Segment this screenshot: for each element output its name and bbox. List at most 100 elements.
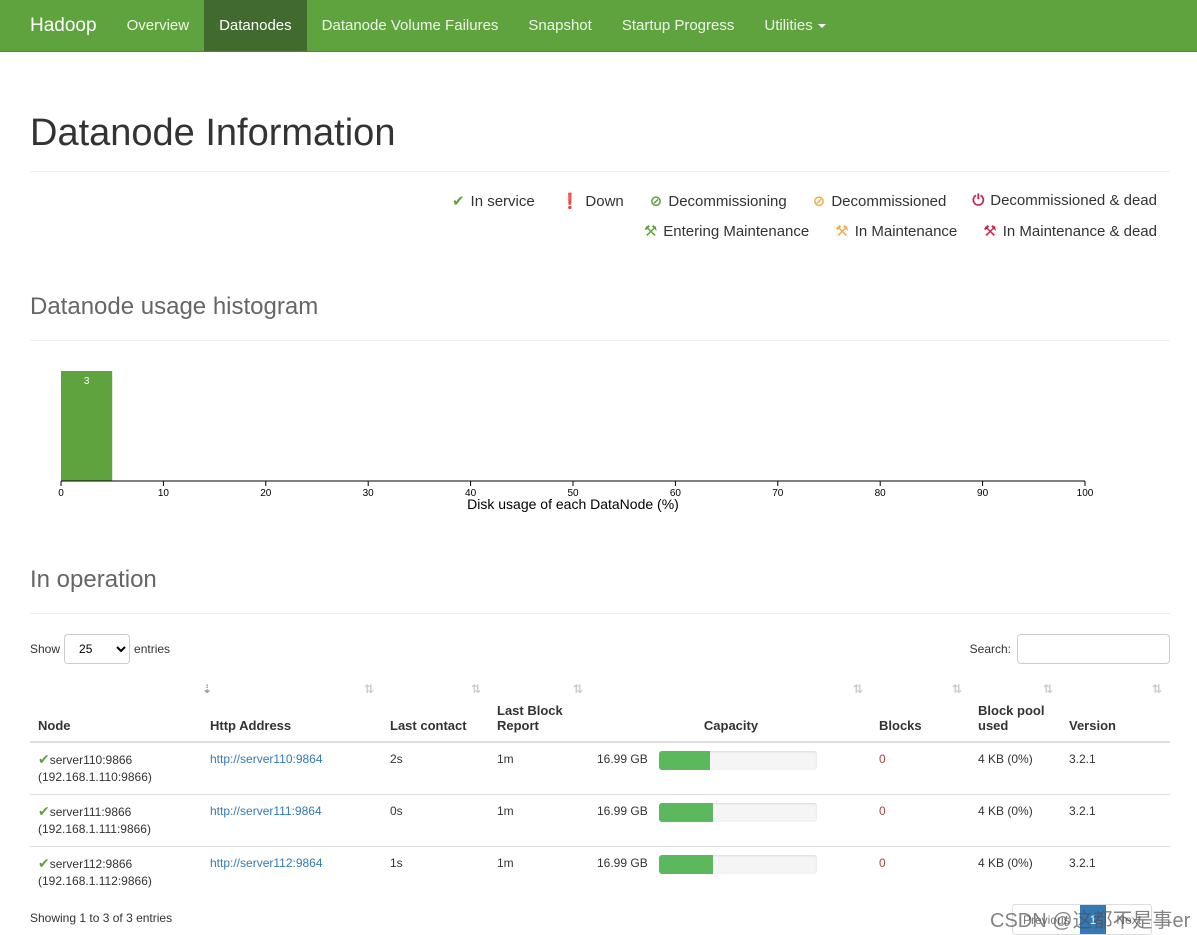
last-block-report: 1m (489, 741, 591, 795)
legend-item: ✔ In service (452, 192, 535, 210)
legend-item: ⚒ Entering Maintenance (644, 222, 809, 240)
blocks: 0 (871, 741, 970, 795)
sort-icon[interactable]: ⇅ (364, 682, 374, 696)
page-title: Datanode Information (30, 112, 396, 154)
column-label: Blocks (879, 718, 922, 733)
x-tick-label: 70 (772, 488, 784, 499)
legend-row-1: ✔ In service ❗ Down ⊘ Decommissioning ⊘ Decommi… (452, 192, 1157, 210)
http-link[interactable]: http://server111:9864 (210, 804, 322, 818)
power-icon: ⏻ (972, 192, 985, 209)
column-label: Node (38, 718, 71, 733)
check-icon: ✔ (451, 193, 465, 210)
last-contact: 2s (382, 741, 489, 795)
sort-icon[interactable]: ⇅ (1043, 682, 1053, 696)
operation-title: In operation (30, 566, 157, 593)
divider (30, 340, 1170, 341)
legend-label: Decommissioning (668, 193, 787, 210)
http-cell: http://server111:9864 (202, 794, 382, 847)
sort-icon[interactable]: ⇅ (471, 682, 481, 696)
node-ip: (192.168.1.111:9866) (38, 822, 151, 836)
capacity-bar (659, 803, 817, 822)
check-icon: ✔ (38, 751, 50, 767)
nav-overview[interactable]: Overview (112, 0, 205, 51)
capacity-value: 16.99 GB (597, 856, 648, 870)
last-block-report: 1m (489, 846, 591, 898)
node-name: server111:9866 (49, 805, 132, 819)
capacity-bar-fill (659, 855, 713, 874)
version: 3.2.1 (1061, 741, 1170, 795)
x-tick-label: 20 (260, 488, 272, 499)
nav-volume-failures[interactable]: Datanode Volume Failures (307, 0, 514, 51)
navbar: Hadoop Overview Datanodes Datanode Volum… (0, 0, 1197, 52)
sort-icon[interactable]: ⇅ (853, 682, 863, 696)
column-header[interactable]: Http Address ⇅ (202, 678, 382, 743)
wrench-icon: ⚒ (983, 223, 997, 240)
legend-label: Decommissioned (831, 193, 947, 210)
column-header[interactable]: Last contact ⇅ (382, 678, 489, 743)
x-tick-label: 80 (875, 488, 887, 499)
capacity-bar-fill (659, 751, 710, 770)
column-header[interactable]: Block pool used ⇅ (970, 678, 1061, 743)
block-pool-used: 4 KB (0%) (970, 794, 1061, 847)
x-tick-label: 0 (58, 488, 64, 499)
node-name: server110:9866 (49, 753, 133, 767)
table-row: ✔server110:9866 (192.168.1.110:9866) http… (30, 741, 1170, 795)
divider (30, 613, 1170, 614)
last-contact: 0s (382, 794, 489, 847)
block-pool-used: 4 KB (0%) (970, 741, 1061, 795)
capacity-value: 16.99 GB (597, 752, 648, 766)
column-header[interactable]: Last Block Report ⇅ (489, 678, 591, 743)
search-label: Search: (969, 642, 1011, 656)
nav-utilities-label: Utilities (764, 17, 813, 34)
capacity-cell: 16.99 GB (591, 794, 871, 847)
legend-label: In Maintenance & dead (1002, 223, 1157, 240)
http-cell: http://server112:9864 (202, 846, 382, 898)
legend-item: ⊘ Decommissioning (650, 192, 787, 210)
watermark: CSDN @这都不是事er (990, 910, 1191, 932)
capacity-value: 16.99 GB (597, 804, 648, 818)
node-cell: ✔server110:9866 (192.168.1.110:9866) (30, 741, 202, 795)
column-label: Last Block Report (497, 703, 563, 733)
node-cell: ✔server112:9866 (192.168.1.112:9866) (30, 846, 202, 898)
nav-startup-progress[interactable]: Startup Progress (607, 0, 750, 51)
node-ip: (192.168.1.110:9866) (38, 770, 152, 784)
sort-icon[interactable]: ⇅ (573, 682, 583, 696)
table-row: ✔server111:9866 (192.168.1.111:9866) http… (30, 794, 1170, 847)
x-tick-label: 100 (1077, 488, 1094, 499)
http-link[interactable]: http://server110:9864 (210, 752, 323, 766)
column-header[interactable]: Blocks ⇅ (871, 678, 970, 743)
nav-snapshot[interactable]: Snapshot (513, 0, 606, 51)
brand[interactable]: Hadoop (15, 0, 112, 51)
ban-icon: ⊘ (649, 193, 663, 210)
bar-label: 3 (84, 376, 90, 387)
search-input[interactable] (1017, 634, 1170, 664)
column-header[interactable]: Capacity ⇅ (591, 678, 871, 743)
capacity-bar-fill (659, 803, 713, 822)
legend-item: ⏻ Decommissioned & dead (972, 192, 1157, 210)
capacity-cell: 16.99 GB (591, 846, 871, 898)
sort-icon[interactable]: ⇅ (1152, 682, 1162, 696)
http-link[interactable]: http://server112:9864 (210, 856, 323, 870)
check-icon: ✔ (38, 855, 50, 871)
check-icon: ✔ (38, 803, 50, 819)
legend-item: ⚒ In Maintenance & dead (983, 222, 1157, 240)
column-label: Capacity (703, 718, 759, 733)
column-label: Version (1069, 718, 1116, 733)
legend-item: ⊘ Decommissioned (813, 192, 947, 210)
ban-icon: ⊘ (812, 193, 826, 210)
nav-datanodes[interactable]: Datanodes (204, 0, 307, 51)
column-label: Http Address (210, 718, 292, 733)
x-tick-label: 10 (158, 488, 170, 499)
nav-utilities[interactable]: Utilities (749, 0, 840, 51)
capacity-bar (659, 855, 817, 874)
divider (30, 171, 1170, 172)
column-header[interactable]: Node ⇣ (30, 678, 212, 743)
column-header[interactable]: Version ⇅ (1061, 678, 1170, 743)
x-tick-label: 30 (363, 488, 375, 499)
sort-icon[interactable]: ⇅ (952, 682, 962, 696)
node-ip: (192.168.1.112:9866) (38, 874, 152, 888)
caret-down-icon (817, 23, 826, 28)
block-pool-used: 4 KB (0%) (970, 846, 1061, 898)
legend-label: In Maintenance (854, 223, 958, 240)
entries-select[interactable]: 25 (64, 634, 131, 664)
